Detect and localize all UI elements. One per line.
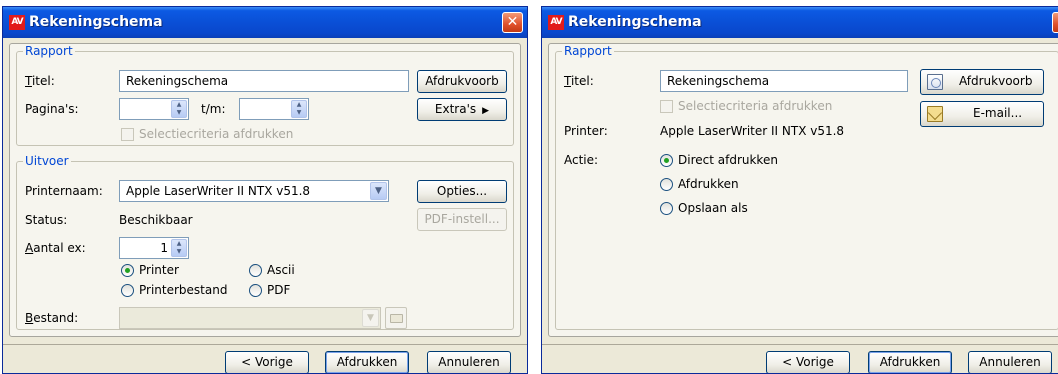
rapport-legend: Rapport (25, 44, 73, 58)
afdrukken-label: Afdrukken (879, 355, 941, 369)
afdrukken-button[interactable]: Afdrukken (325, 351, 409, 373)
printer-label: Printer: (564, 124, 608, 138)
radio-opslaan-als-label: Opslaan als (678, 201, 748, 215)
radio-printerbestand[interactable] (121, 284, 134, 297)
aantal-value: 1 (160, 241, 168, 255)
printernaam-label: Printernaam: (25, 184, 103, 198)
radio-printer-label: Printer (139, 263, 179, 277)
browse-button[interactable] (385, 307, 407, 329)
afdrukvoorb-button[interactable]: Afdrukvoorb (920, 69, 1044, 95)
selectiecriteria-label: Selectiecriteria afdrukken (139, 127, 294, 141)
radio-printerbestand-label: Printerbestand (139, 283, 228, 297)
print-preview-icon (927, 74, 943, 90)
status-label: Status: (25, 213, 68, 227)
window-title: Rekeningschema (29, 14, 163, 30)
close-button[interactable]: ✕ (1052, 12, 1058, 33)
printer-value: Apple LaserWriter II NTX v51.8 (660, 124, 845, 138)
vorige-label: < Vorige (241, 355, 293, 369)
radio-ascii-label: Ascii (267, 263, 295, 277)
av-logo-icon: AV (548, 15, 564, 30)
printernaam-dropdown[interactable]: Apple LaserWriter II NTX v51.8 ▼ (119, 180, 389, 202)
annuleren-button[interactable]: Annuleren (427, 351, 511, 373)
extras-button[interactable]: Extra's ▶ (417, 98, 507, 121)
close-button[interactable]: ✕ (502, 12, 523, 33)
content-panel: Rapport Titel: Rekeningschema Afdrukvoor… (548, 43, 1058, 337)
bestand-label: Bestand: (25, 311, 79, 325)
rapport-legend: Rapport (564, 44, 612, 58)
radio-direct-afdrukken[interactable] (660, 154, 673, 167)
afdrukken-label: Afdrukken (336, 355, 398, 369)
opties-button[interactable]: Opties... (417, 180, 507, 203)
uitvoer-group: Uitvoer Printernaam: Apple LaserWriter I… (16, 154, 514, 330)
spin-arrows-icon[interactable]: ▲ ▼ (291, 100, 307, 118)
radio-opslaan-als[interactable] (660, 202, 673, 215)
opties-label: Opties... (436, 184, 488, 198)
email-label: E-mail... (973, 106, 1023, 120)
pdf-instellingen-label: PDF-instell... (424, 212, 500, 226)
printernaam-value: Apple LaserWriter II NTX v51.8 (126, 184, 311, 198)
folder-icon (390, 314, 403, 323)
pagina-to-spinner[interactable]: ▲ ▼ (239, 98, 309, 120)
vorige-button[interactable]: < Vorige (225, 351, 309, 373)
rapport-group: Rapport Titel: Rekeningschema Afdrukvoor… (16, 44, 514, 146)
pagina-from-spinner[interactable]: ▲ ▼ (119, 98, 189, 120)
av-logo-icon: AV (9, 15, 25, 30)
afdrukvoorb-label: Afdrukvoorb (959, 74, 1033, 88)
spin-arrows-icon[interactable]: ▲ ▼ (171, 239, 187, 257)
paginas-label: Pagina's: (25, 102, 79, 116)
email-button[interactable]: E-mail... (920, 101, 1044, 127)
vorige-button[interactable]: < Vorige (766, 351, 850, 373)
radio-afdrukken-label: Afdrukken (678, 177, 739, 191)
pdf-instellingen-button[interactable]: PDF-instell... (417, 208, 507, 231)
afdrukvoorb-label: Afdrukvoorb (425, 74, 499, 88)
window-title: Rekeningschema (568, 14, 702, 30)
annuleren-label: Annuleren (438, 355, 500, 369)
titel-input[interactable]: Rekeningschema (119, 70, 409, 92)
annuleren-button[interactable]: Annuleren (968, 351, 1052, 373)
selectiecriteria-label: Selectiecriteria afdrukken (678, 99, 833, 113)
spin-arrows-icon[interactable]: ▲ ▼ (171, 100, 187, 118)
bestand-dropdown[interactable]: ▼ (119, 307, 381, 329)
afdrukken-button[interactable]: Afdrukken (868, 351, 952, 373)
dialog-rekeningschema-print: AV Rekeningschema ✕ Rapport Titel: Reken… (2, 6, 528, 374)
radio-direct-afdrukken-label: Direct afdrukken (678, 153, 778, 167)
footer-separator (3, 344, 527, 345)
titel-input[interactable]: Rekeningschema (660, 70, 908, 92)
chevron-down-icon[interactable]: ▼ (362, 309, 379, 327)
radio-ascii[interactable] (249, 264, 262, 277)
radio-pdf-label: PDF (267, 283, 291, 297)
rapport-group: Rapport Titel: Rekeningschema Afdrukvoor… (555, 44, 1058, 330)
selectiecriteria-checkbox[interactable] (121, 128, 134, 141)
vorige-label: < Vorige (782, 355, 834, 369)
email-envelope-icon (927, 106, 943, 122)
footer-separator (542, 344, 1058, 345)
radio-afdrukken[interactable] (660, 178, 673, 191)
actie-label: Actie: (564, 153, 599, 167)
selectiecriteria-checkbox[interactable] (660, 100, 673, 113)
radio-printer[interactable] (121, 264, 134, 277)
titel-label: Titel: (564, 74, 594, 88)
aantal-spinner[interactable]: 1 ▲ ▼ (119, 237, 189, 259)
content-panel: Rapport Titel: Rekeningschema Afdrukvoor… (9, 43, 521, 337)
dialog-rekeningschema-quick: AV Rekeningschema ✕ Rapport Titel: Reken… (541, 6, 1058, 374)
uitvoer-legend: Uitvoer (25, 154, 69, 168)
titel-label: Titel: (25, 74, 55, 88)
chevron-down-icon[interactable]: ▼ (370, 182, 387, 200)
status-value: Beschikbaar (119, 213, 193, 227)
annuleren-label: Annuleren (979, 355, 1041, 369)
aantal-label: Aantal ex: (25, 241, 86, 255)
extras-label: Extra's (434, 102, 477, 116)
afdrukvoorb-button[interactable]: Afdrukvoorb (417, 70, 507, 93)
title-bar[interactable]: AV Rekeningschema ✕ (3, 7, 527, 38)
radio-pdf[interactable] (249, 284, 262, 297)
triangle-right-icon: ▶ (482, 106, 490, 116)
title-bar[interactable]: AV Rekeningschema ✕ (542, 7, 1058, 38)
tm-label: t/m: (201, 102, 226, 116)
